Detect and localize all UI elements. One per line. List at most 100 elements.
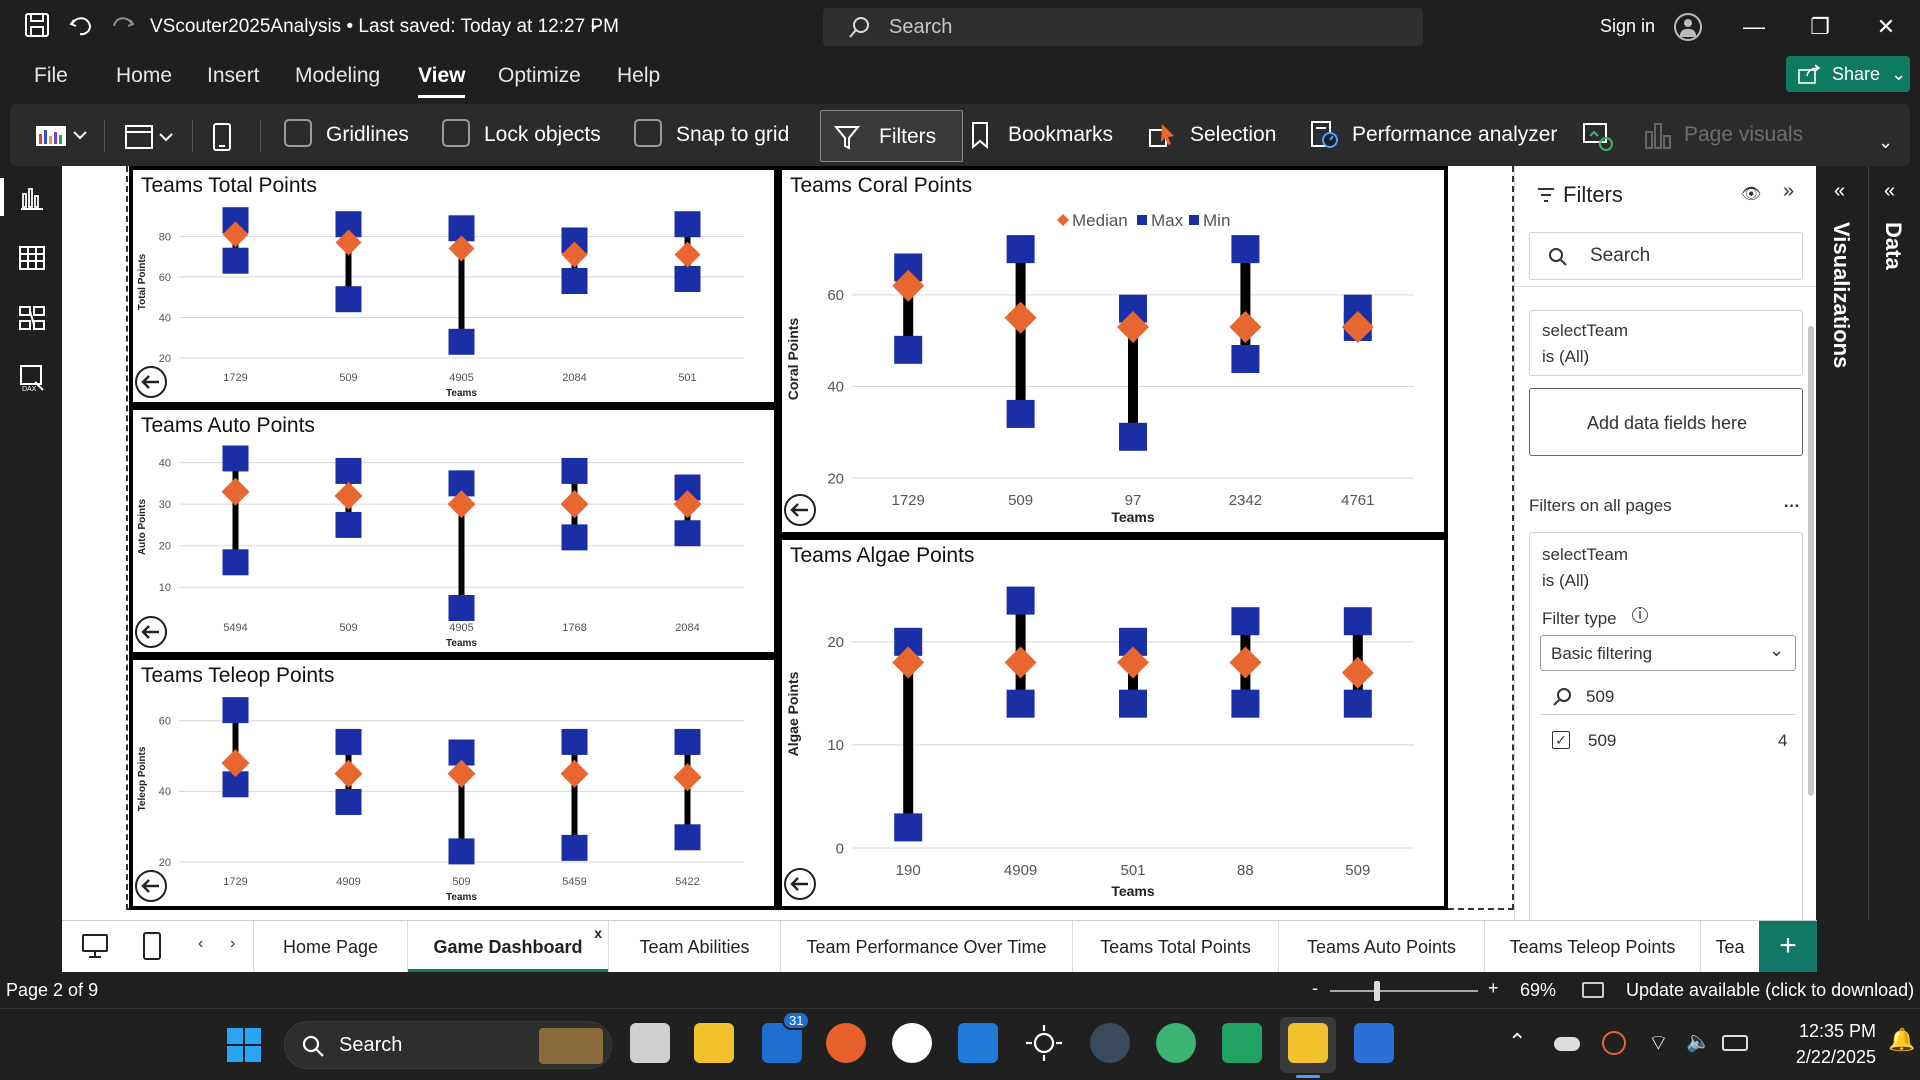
- zoom-in-button[interactable]: +: [1488, 978, 1499, 999]
- fit-to-page-icon[interactable]: [1582, 982, 1604, 998]
- more-options-icon[interactable]: …: [1783, 492, 1800, 512]
- back-arrow-icon[interactable]: [135, 870, 167, 902]
- performance-analyzer-toggle[interactable]: Performance analyzer: [1310, 118, 1557, 152]
- close-tab-icon[interactable]: x: [594, 907, 602, 959]
- ribbon-expand-chevron-icon[interactable]: ⌄: [1878, 132, 1893, 153]
- menu-optimize[interactable]: Optimize: [498, 64, 581, 88]
- power-bi-icon[interactable]: [1288, 1023, 1328, 1063]
- page-visuals-button[interactable]: Page visuals: [1644, 118, 1803, 152]
- sign-in-link[interactable]: Sign in: [1600, 16, 1655, 37]
- report-view-icon[interactable]: [18, 184, 46, 212]
- visual-teams-teleop-points[interactable]: Teams Teleop Points 20 40 60 Teleop Points Te…: [129, 656, 778, 910]
- back-arrow-icon[interactable]: [135, 616, 167, 648]
- task-view-icon[interactable]: [630, 1023, 670, 1063]
- snap-to-grid-check[interactable]: [634, 119, 662, 148]
- page-tab-team-performance-over-time[interactable]: Team Performance Over Time: [781, 921, 1073, 973]
- app-icon[interactable]: [892, 1023, 932, 1063]
- mobile-layout-icon[interactable]: [142, 931, 162, 966]
- model-view-icon[interactable]: [18, 304, 46, 332]
- snap-to-grid-checkbox[interactable]: Snap to grid: [634, 118, 789, 152]
- table-view-icon[interactable]: [18, 244, 46, 272]
- settings-sun-icon[interactable]: [1024, 1023, 1064, 1063]
- zoom-slider[interactable]: [1330, 990, 1478, 992]
- collapse-pane-icon[interactable]: »: [1783, 180, 1794, 203]
- bookmarks-pane-toggle[interactable]: Bookmarks: [970, 118, 1113, 152]
- filters-pane-toggle[interactable]: Filters: [820, 110, 963, 162]
- lock-objects-check[interactable]: [442, 119, 470, 148]
- windows-start-icon[interactable]: [226, 1027, 262, 1063]
- expand-visualizations-icon[interactable]: «: [1834, 180, 1845, 203]
- menu-insert[interactable]: Insert: [207, 64, 260, 88]
- filters-scrollbar[interactable]: [1808, 326, 1814, 796]
- share-button[interactable]: Share ⌄: [1786, 56, 1910, 92]
- next-page-icon[interactable]: ›: [230, 935, 235, 953]
- clock-date[interactable]: 2/22/2025: [1774, 1047, 1876, 1068]
- sheets-icon[interactable]: [1222, 1023, 1262, 1063]
- zoom-level[interactable]: 69%: [1520, 980, 1556, 1001]
- page-tab-team-abilities[interactable]: Team Abilities: [609, 921, 781, 973]
- gridlines-check[interactable]: [284, 119, 312, 148]
- page-tab-home-page[interactable]: Home Page: [254, 921, 408, 973]
- avatar-icon[interactable]: [1674, 13, 1702, 41]
- back-arrow-icon[interactable]: [135, 366, 167, 398]
- data-pane-tab[interactable]: Data: [1880, 222, 1906, 270]
- restore-icon[interactable]: ❐: [1800, 10, 1840, 44]
- redo-icon[interactable]: [108, 12, 138, 42]
- page-filter-card[interactable]: selectTeam is (All) Filter type i Basic …: [1529, 532, 1803, 952]
- expand-data-icon[interactable]: «: [1884, 180, 1895, 203]
- minimize-icon[interactable]: —: [1734, 10, 1774, 44]
- gridlines-checkbox[interactable]: Gridlines: [284, 118, 409, 152]
- eye-icon[interactable]: 👁: [1741, 184, 1761, 204]
- add-data-fields-well[interactable]: Add data fields here: [1529, 388, 1803, 456]
- zoom-slider-thumb[interactable]: [1374, 981, 1380, 1001]
- volume-icon[interactable]: 🔈: [1686, 1029, 1711, 1054]
- notifications-bell-icon[interactable]: 🔔: [1888, 1027, 1915, 1053]
- menu-view[interactable]: View: [418, 64, 466, 98]
- page-tab-teams-auto-points[interactable]: Teams Auto Points: [1279, 921, 1485, 973]
- visual-teams-auto-points[interactable]: Teams Auto Points 10 20 30 40 Auto Points Team…: [129, 406, 778, 656]
- taskbar-search[interactable]: Search: [284, 1021, 612, 1069]
- page-tab-teams-total-points[interactable]: Teams Total Points: [1073, 921, 1279, 973]
- previous-page-icon[interactable]: ‹: [198, 935, 203, 953]
- docs-icon[interactable]: [1354, 1023, 1394, 1063]
- filter-value-search-input[interactable]: 509: [1540, 679, 1796, 715]
- zoom-out-button[interactable]: -: [1312, 978, 1318, 999]
- filter-option-row[interactable]: ✓ 509 4: [1540, 723, 1796, 759]
- selection-pane-toggle[interactable]: Selection: [1148, 118, 1276, 152]
- visual-teams-total-points[interactable]: Teams Total Points 20 40 60 80 Total Points Te…: [129, 166, 778, 406]
- themes-dropdown[interactable]: [36, 124, 88, 153]
- clock-time[interactable]: 12:35 PM: [1774, 1021, 1876, 1042]
- back-arrow-icon[interactable]: [784, 868, 816, 900]
- sync-slicers-button[interactable]: [1582, 122, 1614, 157]
- visual-teams-coral-points[interactable]: Teams Coral Points 20 40 60 Coral Points Team…: [778, 166, 1448, 536]
- undo-icon[interactable]: [66, 12, 96, 42]
- page-tab-teams-teleop-points[interactable]: Teams Teleop Points: [1485, 921, 1701, 973]
- info-icon[interactable]: i: [1632, 607, 1648, 623]
- back-arrow-icon[interactable]: [784, 494, 816, 526]
- vscode-icon[interactable]: [958, 1023, 998, 1063]
- cloud-icon[interactable]: [1554, 1037, 1580, 1051]
- battery-icon[interactable]: [1722, 1035, 1748, 1051]
- checkbox-checked-icon[interactable]: ✓: [1552, 731, 1570, 749]
- firefox-icon[interactable]: [826, 1023, 866, 1063]
- page-tab-truncated[interactable]: Tea: [1701, 921, 1759, 973]
- sync-app-icon[interactable]: [1156, 1023, 1196, 1063]
- page-tab-game-dashboard[interactable]: Game Dashboard x: [408, 921, 609, 973]
- menu-modeling[interactable]: Modeling: [295, 64, 380, 88]
- dax-query-view-icon[interactable]: DAX: [18, 364, 46, 392]
- visual-filter-card[interactable]: selectTeam is (All): [1529, 310, 1803, 376]
- app-icon[interactable]: [1090, 1023, 1130, 1063]
- show-hidden-icons-chevron-icon[interactable]: ⌃: [1508, 1029, 1526, 1055]
- desktop-layout-icon[interactable]: [80, 931, 110, 966]
- title-search-box[interactable]: Search: [823, 8, 1423, 46]
- update-icon[interactable]: [1602, 1031, 1626, 1055]
- menu-help[interactable]: Help: [617, 64, 660, 88]
- save-icon[interactable]: [22, 12, 52, 42]
- file-explorer-icon[interactable]: [694, 1023, 734, 1063]
- add-page-button[interactable]: +: [1759, 921, 1817, 973]
- mail-icon[interactable]: 31: [762, 1011, 811, 1063]
- lock-objects-checkbox[interactable]: Lock objects: [442, 118, 601, 152]
- page-view-dropdown[interactable]: [124, 124, 176, 155]
- wifi-icon[interactable]: ⌔: [1648, 1029, 1669, 1057]
- visualizations-pane-tab[interactable]: Visualizations: [1828, 222, 1854, 368]
